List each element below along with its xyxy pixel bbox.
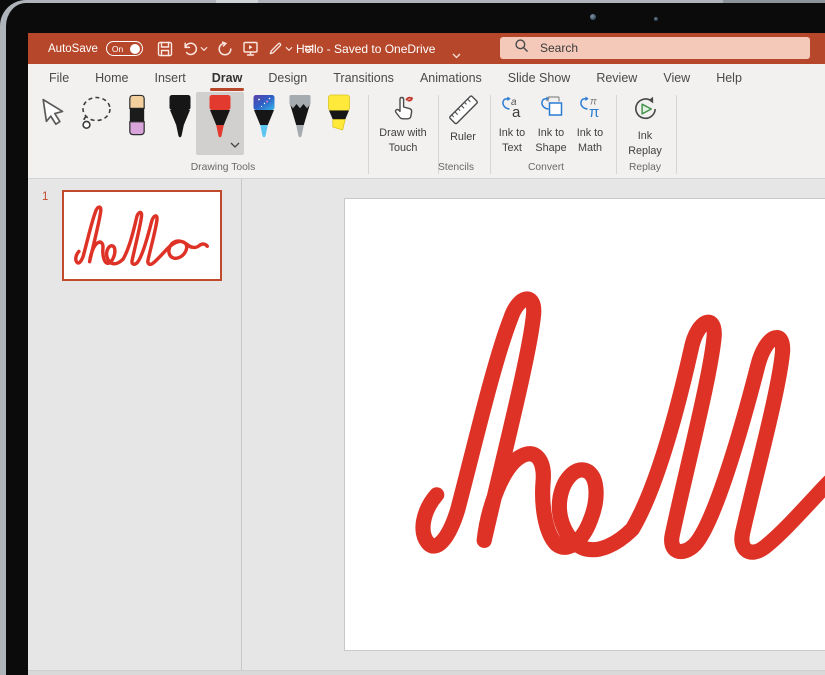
slide-thumbnail-selected[interactable] (62, 190, 222, 281)
ink-to-math-button[interactable]: ππ Ink to Math (570, 95, 610, 156)
tab-draw[interactable]: Draw (199, 64, 256, 92)
present-from-beginning-icon[interactable] (242, 40, 259, 57)
tab-design[interactable]: Design (255, 64, 320, 92)
group-separator (676, 95, 677, 174)
tablet-device: AutoSave On (0, 0, 825, 675)
workspace: 1 (28, 179, 825, 675)
pen-mode-icon[interactable] (268, 41, 293, 56)
editing-canvas (242, 179, 825, 675)
group-separator (368, 95, 369, 174)
powerpoint-window: AutoSave On (28, 33, 825, 675)
undo-icon[interactable] (182, 41, 208, 57)
svg-text:π: π (589, 104, 599, 121)
tab-review[interactable]: Review (583, 64, 650, 92)
ink-to-math-icon: ππ (577, 95, 603, 126)
replay-group-label: Replay (615, 162, 675, 173)
ink-replay-button[interactable]: Ink Replay (620, 95, 670, 159)
save-icon[interactable] (157, 41, 173, 57)
toggle-knob (130, 44, 140, 54)
convert-group-label: Convert (516, 162, 576, 173)
stencils-group-label: Stencils (426, 162, 486, 173)
slide-thumbnail-panel: 1 (28, 179, 241, 675)
tab-help[interactable]: Help (703, 64, 755, 92)
pen-galaxy-icon[interactable] (250, 94, 278, 145)
ink-to-shape-icon (538, 95, 564, 126)
camera-icon (590, 14, 596, 20)
tab-animations[interactable]: Animations (407, 64, 495, 92)
document-title[interactable]: Hello - Saved to OneDrive (296, 33, 435, 64)
tab-home[interactable]: Home (82, 64, 141, 92)
tab-insert[interactable]: Insert (142, 64, 199, 92)
autosave-toggle[interactable]: On (106, 41, 143, 56)
tab-file[interactable]: File (36, 64, 82, 92)
tab-slide-show[interactable]: Slide Show (495, 64, 584, 92)
sensor-icon (654, 17, 658, 21)
ink-to-text-button[interactable]: aa Ink to Text (492, 95, 532, 156)
pen-black-icon[interactable] (166, 94, 194, 145)
highlighter-yellow-icon[interactable] (325, 94, 353, 141)
selected-tab-indicator (210, 88, 245, 91)
svg-text:a: a (512, 104, 521, 121)
search-input[interactable] (538, 40, 758, 56)
ink-to-text-icon: aa (499, 95, 525, 126)
tablet-edge-segment (723, 0, 825, 3)
ink-to-shape-button[interactable]: Ink to Shape (530, 95, 572, 156)
tablet-power-button (216, 0, 258, 3)
group-separator (490, 95, 491, 174)
ribbon-tab-bar: File Home Insert Draw Design Transitions… (28, 64, 825, 92)
bottom-strip (28, 670, 825, 675)
tab-transitions[interactable]: Transitions (320, 64, 407, 92)
ruler-icon (448, 95, 478, 130)
titlebar: AutoSave On (28, 33, 825, 64)
pen-red-selected[interactable] (196, 92, 244, 155)
redo-icon[interactable] (217, 41, 233, 57)
thumbnail-ink-hello (69, 199, 215, 272)
touch-hand-icon (390, 95, 416, 126)
tab-view[interactable]: View (650, 64, 703, 92)
ribbon-draw-tab-content: Drawing Tools Draw with Touch Ruler Sten… (28, 92, 825, 179)
pencil-icon[interactable] (286, 94, 314, 145)
quick-access-toolbar (157, 40, 316, 57)
slide-ink-hello (393, 263, 825, 586)
draw-with-touch-button[interactable]: Draw with Touch (372, 95, 434, 156)
ink-replay-icon (631, 95, 660, 129)
ruler-button[interactable]: Ruler (440, 95, 486, 145)
search-icon (514, 38, 529, 58)
lasso-select-icon[interactable] (77, 96, 114, 135)
autosave-state: On (112, 44, 130, 54)
title-chevron-icon[interactable] (452, 46, 461, 64)
select-tool-icon[interactable] (40, 96, 67, 133)
slide-editing-surface[interactable] (344, 198, 825, 651)
drawing-tools-group-label: Drawing Tools (158, 162, 288, 173)
pen-options-chevron-icon[interactable] (230, 135, 240, 153)
slide-number: 1 (42, 191, 48, 203)
eraser-icon[interactable] (127, 94, 147, 143)
search-box[interactable] (500, 37, 810, 59)
autosave-label: AutoSave (48, 43, 98, 55)
